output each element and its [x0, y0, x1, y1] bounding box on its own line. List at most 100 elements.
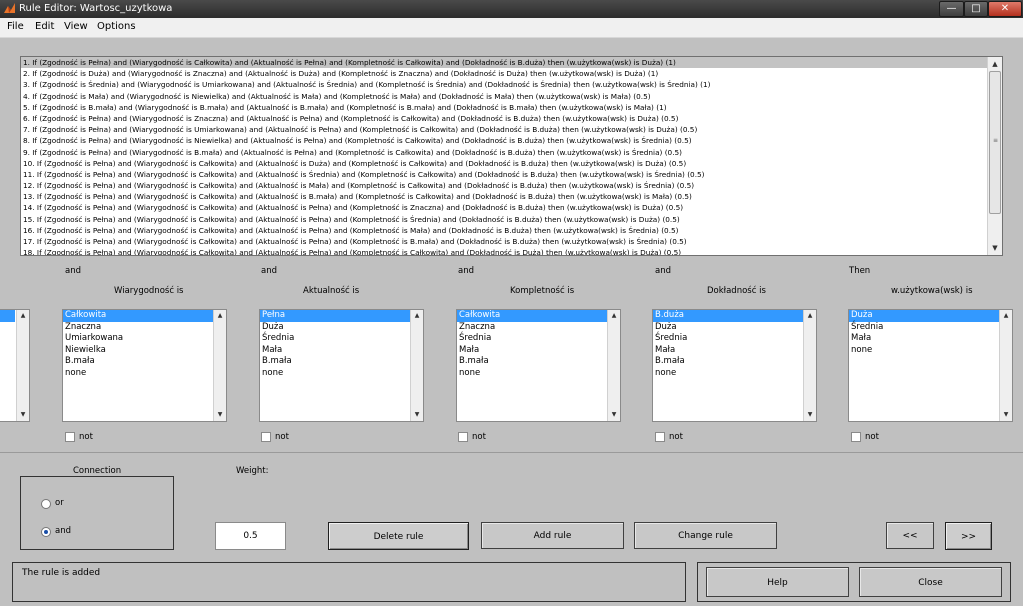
- scroll-down-arrow-icon[interactable]: ▼: [17, 409, 29, 421]
- and-radio[interactable]: [41, 527, 51, 537]
- rule-row[interactable]: 3. If (Zgodność is Średnia) and (Wiarygo…: [21, 79, 988, 90]
- list-option[interactable]: B.mała: [457, 356, 608, 368]
- listbox-output[interactable]: Duża Średnia Mała none ▲ ▼: [848, 309, 1013, 422]
- rule-row[interactable]: 2. If (Zgodność is Duża) and (Wiarygodno…: [21, 68, 988, 79]
- rule-row[interactable]: 11. If (Zgodność is Pełna) and (Wiarygod…: [21, 169, 988, 180]
- not-checkbox-wiarygodnosc[interactable]: [65, 432, 75, 442]
- scroll-up-arrow-icon[interactable]: ▲: [804, 310, 816, 322]
- listbox-scrollbar[interactable]: ▲ ▼: [410, 310, 423, 421]
- list-option[interactable]: Mała: [260, 345, 411, 357]
- list-option-selected[interactable]: [0, 310, 15, 322]
- listbox-scrollbar[interactable]: ▲ ▼: [999, 310, 1012, 421]
- rule-row[interactable]: 12. If (Zgodność is Pełna) and (Wiarygod…: [21, 180, 988, 191]
- rule-row[interactable]: 15. If (Zgodność is Pełna) and (Wiarygod…: [21, 214, 988, 225]
- scroll-down-arrow-icon[interactable]: ▼: [214, 409, 226, 421]
- rule-row[interactable]: 6. If (Zgodność is Pełna) and (Wiarygodn…: [21, 113, 988, 124]
- rule-row[interactable]: 8. If (Zgodność is Pełna) and (Wiarygodn…: [21, 135, 988, 146]
- scroll-down-arrow-icon[interactable]: ▼: [411, 409, 423, 421]
- not-checkbox-dokladnosc[interactable]: [655, 432, 665, 442]
- listbox-scrollbar[interactable]: ▲ ▼: [16, 310, 29, 421]
- connector-label: and: [458, 266, 474, 276]
- list-option[interactable]: B.mała: [653, 356, 804, 368]
- scroll-up-arrow-icon[interactable]: ▲: [411, 310, 423, 322]
- rule-row[interactable]: 1. If (Zgodność is Pełna) and (Wiarygodn…: [21, 57, 988, 69]
- list-option[interactable]: Średnia: [260, 333, 411, 345]
- listbox-scrollbar[interactable]: ▲ ▼: [607, 310, 620, 421]
- list-option[interactable]: Znaczna: [457, 322, 608, 334]
- menu-file[interactable]: File: [7, 21, 24, 32]
- scroll-thumb[interactable]: ≡: [989, 71, 1001, 214]
- list-option[interactable]: Mała: [457, 345, 608, 357]
- scroll-up-arrow-icon[interactable]: ▲: [17, 310, 29, 322]
- change-rule-button[interactable]: Change rule: [634, 522, 777, 549]
- list-option[interactable]: Duża: [260, 322, 411, 334]
- rule-row[interactable]: 18. If (Zgodność is Pełna) and (Wiarygod…: [21, 247, 988, 255]
- listbox-dokladnosc[interactable]: B.duża Duża Średnia Mała B.mała none ▲ ▼: [652, 309, 817, 422]
- listbox-scrollbar[interactable]: ▲ ▼: [803, 310, 816, 421]
- scroll-down-arrow-icon[interactable]: ▼: [608, 409, 620, 421]
- menu-edit[interactable]: Edit: [35, 21, 54, 32]
- list-option[interactable]: none: [63, 368, 214, 380]
- list-option[interactable]: none: [653, 368, 804, 380]
- rule-row[interactable]: 5. If (Zgodność is B.mała) and (Wiarygod…: [21, 102, 988, 113]
- listbox-wiarygodnosc[interactable]: Całkowita Znaczna Umiarkowana Niewielka B.ma…: [62, 309, 227, 422]
- add-rule-button[interactable]: Add rule: [481, 522, 624, 549]
- list-option[interactable]: none: [457, 368, 608, 380]
- status-text: The rule is added: [22, 568, 101, 578]
- list-option[interactable]: Mała: [653, 345, 804, 357]
- next-rule-button[interactable]: >>: [945, 522, 992, 550]
- list-option[interactable]: none: [260, 368, 411, 380]
- list-option[interactable]: B.mała: [63, 356, 214, 368]
- rule-row[interactable]: 10. If (Zgodność is Pełna) and (Wiarygod…: [21, 158, 988, 169]
- list-option[interactable]: Całkowita: [457, 310, 608, 322]
- or-radio[interactable]: [41, 499, 51, 509]
- list-option[interactable]: Średnia: [849, 322, 1000, 334]
- rule-row[interactable]: 7. If (Zgodność is Pełna) and (Wiarygodn…: [21, 124, 988, 135]
- previous-rule-button[interactable]: <<: [886, 522, 934, 549]
- scroll-up-arrow-icon[interactable]: ▲: [608, 310, 620, 322]
- rule-list-scrollbar[interactable]: ▲ ≡ ▼: [987, 57, 1002, 255]
- listbox-kompletnosc[interactable]: Całkowita Znaczna Średnia Mała B.mała none ▲ …: [456, 309, 621, 422]
- rule-row[interactable]: 9. If (Zgodność is Pełna) and (Wiarygodn…: [21, 147, 988, 158]
- list-option[interactable]: Średnia: [653, 333, 804, 345]
- list-option[interactable]: Całkowita: [63, 310, 214, 322]
- list-option[interactable]: B.mała: [260, 356, 411, 368]
- scroll-up-arrow-icon[interactable]: ▲: [988, 57, 1002, 71]
- menu-options[interactable]: Options: [97, 21, 136, 32]
- help-button[interactable]: Help: [706, 567, 849, 597]
- list-option[interactable]: Umiarkowana: [63, 333, 214, 345]
- listbox-aktualnosc[interactable]: Pełna Duża Średnia Mała B.mała none ▲ ▼: [259, 309, 424, 422]
- not-checkbox-kompletnosc[interactable]: [458, 432, 468, 442]
- rule-row[interactable]: 14. If (Zgodność is Pełna) and (Wiarygod…: [21, 202, 988, 213]
- rule-row[interactable]: 4. If (Zgodność is Mała) and (Wiarygodno…: [21, 91, 988, 102]
- list-option[interactable]: Niewielka: [63, 345, 214, 357]
- list-option[interactable]: Duża: [849, 310, 1000, 322]
- scroll-up-arrow-icon[interactable]: ▲: [214, 310, 226, 322]
- rule-list[interactable]: 1. If (Zgodność is Pełna) and (Wiarygodn…: [20, 56, 1003, 256]
- scroll-down-arrow-icon[interactable]: ▼: [804, 409, 816, 421]
- scroll-up-arrow-icon[interactable]: ▲: [1000, 310, 1012, 322]
- list-option[interactable]: Duża: [653, 322, 804, 334]
- listbox-scrollbar[interactable]: ▲ ▼: [213, 310, 226, 421]
- rule-row[interactable]: 13. If (Zgodność is Pełna) and (Wiarygod…: [21, 191, 988, 202]
- menu-view[interactable]: View: [64, 21, 88, 32]
- close-button[interactable]: Close: [859, 567, 1002, 597]
- close-window-button[interactable]: ✕: [988, 1, 1022, 17]
- delete-rule-button[interactable]: Delete rule: [328, 522, 469, 550]
- list-option[interactable]: Średnia: [457, 333, 608, 345]
- list-option[interactable]: Pełna: [260, 310, 411, 322]
- maximize-button[interactable]: □: [964, 1, 988, 17]
- list-option[interactable]: Mała: [849, 333, 1000, 345]
- list-option[interactable]: B.duża: [653, 310, 804, 322]
- scroll-down-arrow-icon[interactable]: ▼: [988, 241, 1002, 255]
- rule-row[interactable]: 16. If (Zgodność is Pełna) and (Wiarygod…: [21, 225, 988, 236]
- weight-input[interactable]: 0.5: [215, 522, 286, 550]
- not-checkbox-aktualnosc[interactable]: [261, 432, 271, 442]
- minimize-button[interactable]: —: [939, 1, 964, 17]
- rule-row[interactable]: 17. If (Zgodność is Pełna) and (Wiarygod…: [21, 236, 988, 247]
- not-checkbox-output[interactable]: [851, 432, 861, 442]
- list-option[interactable]: none: [849, 345, 1000, 357]
- list-option[interactable]: Znaczna: [63, 322, 214, 334]
- scroll-down-arrow-icon[interactable]: ▼: [1000, 409, 1012, 421]
- listbox-zgodnosc[interactable]: ▲ ▼: [0, 309, 30, 422]
